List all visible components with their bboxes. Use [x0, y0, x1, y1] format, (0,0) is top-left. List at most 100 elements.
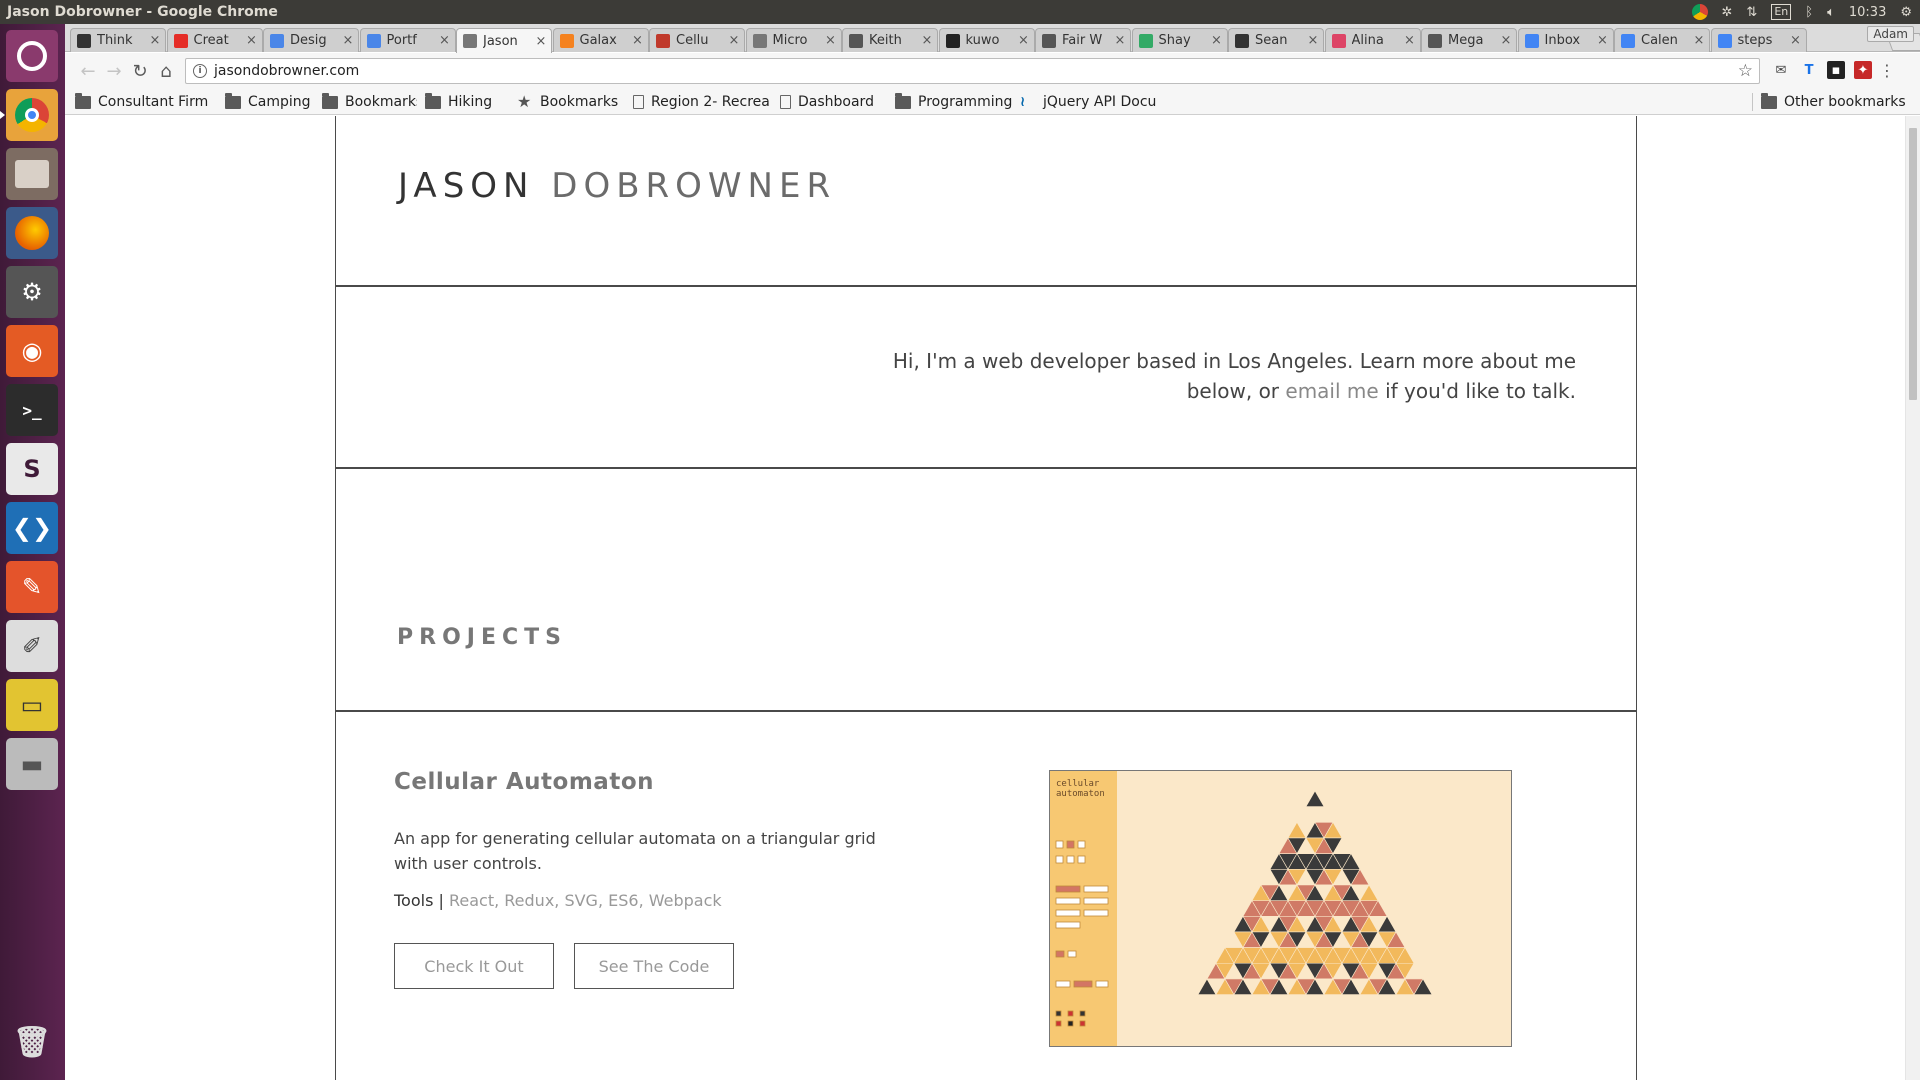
- browser-tab[interactable]: Keith ×: [842, 28, 938, 52]
- tab-close-icon[interactable]: ×: [630, 33, 646, 48]
- projects-heading: PROJECTS: [397, 625, 567, 650]
- extension-mail-icon[interactable]: ✉: [1772, 61, 1790, 79]
- chrome-launcher-icon[interactable]: [0, 89, 58, 141]
- tab-favicon-icon: [1621, 33, 1635, 48]
- browser-tab[interactable]: steps ×: [1710, 28, 1807, 52]
- tab-label: Calen: [1641, 33, 1678, 48]
- browser-tab[interactable]: Jason ×: [456, 28, 552, 53]
- ubuntu-dash-icon[interactable]: [6, 30, 58, 82]
- tab-close-icon[interactable]: ×: [1016, 33, 1032, 48]
- email-me-link[interactable]: email me: [1285, 379, 1378, 403]
- browser-tab[interactable]: Creat ×: [166, 28, 263, 52]
- extension-dark-icon[interactable]: ▪: [1827, 61, 1845, 79]
- bookmark-item[interactable]: Consultant Firm: [75, 92, 208, 112]
- site-name[interactable]: JASON DOBROWNER: [398, 166, 836, 206]
- tab-close-icon[interactable]: ×: [340, 33, 356, 48]
- folder-icon: [895, 92, 911, 109]
- tab-close-icon[interactable]: ×: [533, 34, 549, 49]
- browser-tab[interactable]: Galax ×: [552, 28, 649, 52]
- bookmark-item[interactable]: Bookmarks: [322, 92, 417, 112]
- tab-close-icon[interactable]: ×: [244, 33, 260, 48]
- extension-t-icon[interactable]: T: [1800, 61, 1818, 79]
- page-scrollbar[interactable]: [1905, 116, 1920, 1080]
- tab-favicon-icon: [173, 33, 188, 48]
- tab-close-icon[interactable]: ×: [823, 33, 839, 48]
- browser-tab[interactable]: Fair W ×: [1035, 28, 1131, 52]
- project-screenshot[interactable]: cellular automaton: [1049, 770, 1512, 1047]
- browser-tab[interactable]: Cellu ×: [649, 28, 745, 52]
- bookmark-item[interactable]: Hiking: [425, 92, 492, 112]
- slack-launcher-icon[interactable]: S: [6, 443, 58, 495]
- folder-icon: [322, 92, 338, 109]
- vscode-launcher-icon[interactable]: ❮❯: [6, 502, 58, 554]
- tab-close-icon[interactable]: ×: [1305, 33, 1321, 48]
- bookmark-item[interactable]: Dashboard: [780, 92, 874, 112]
- browser-tab[interactable]: Desig ×: [263, 28, 359, 52]
- address-url[interactable]: jasondobrowner.com: [214, 63, 359, 79]
- browser-tab[interactable]: Calen ×: [1614, 28, 1710, 52]
- address-bar[interactable]: i jasondobrowner.com ☆: [185, 58, 1760, 84]
- chrome-indicator-icon[interactable]: [1691, 4, 1708, 20]
- tab-close-icon[interactable]: ×: [919, 33, 935, 48]
- site-info-icon[interactable]: i: [193, 64, 207, 78]
- bookmark-item[interactable]: Programming: [895, 92, 1012, 112]
- tab-favicon-icon: [1428, 33, 1442, 48]
- tab-close-icon[interactable]: ×: [1498, 33, 1514, 48]
- scrollbar-thumb[interactable]: [1909, 128, 1917, 400]
- folder-icon: [425, 92, 441, 109]
- power-gear-icon[interactable]: ⚙: [1900, 5, 1912, 20]
- browser-tab[interactable]: Portf ×: [359, 28, 456, 52]
- files-launcher-icon[interactable]: [6, 148, 58, 200]
- project-tools-label: Tools |: [394, 891, 444, 910]
- text-editor-launcher-icon[interactable]: ✐: [6, 620, 58, 672]
- tab-close-icon[interactable]: ×: [437, 33, 453, 48]
- tab-close-icon[interactable]: ×: [1788, 33, 1804, 48]
- presentation-launcher-icon[interactable]: ▭: [6, 679, 58, 731]
- chrome-menu-icon[interactable]: ⋮: [1878, 61, 1896, 80]
- browser-tab[interactable]: Shay ×: [1131, 28, 1228, 52]
- tab-close-icon[interactable]: ×: [1209, 33, 1225, 48]
- drive-launcher-icon[interactable]: ▬: [6, 738, 58, 790]
- browser-tab[interactable]: Sean ×: [1228, 28, 1324, 52]
- bookmark-item[interactable]: Camping: [225, 92, 311, 112]
- back-button-icon[interactable]: ←: [75, 58, 101, 84]
- terminal-launcher-icon[interactable]: >_: [6, 384, 58, 436]
- browser-tab[interactable]: Think ×: [70, 28, 166, 52]
- bookmark-item[interactable]: ≀ jQuery API Docu: [1020, 92, 1156, 112]
- tab-close-icon[interactable]: ×: [1595, 33, 1611, 48]
- browser-tab[interactable]: Micro ×: [745, 28, 842, 52]
- network-icon[interactable]: ⇅: [1746, 5, 1757, 20]
- tab-close-icon[interactable]: ×: [1691, 33, 1707, 48]
- project-tools-list: React, Redux, SVG, ES6, Webpack: [448, 891, 722, 910]
- check-it-out-button[interactable]: Check It Out: [394, 943, 554, 989]
- volume-icon[interactable]: 🔈︎: [1827, 5, 1835, 20]
- keyboard-language-indicator[interactable]: En: [1771, 4, 1792, 20]
- bookmark-star-icon[interactable]: ☆: [1738, 61, 1753, 81]
- tab-close-icon[interactable]: ×: [1112, 33, 1128, 48]
- other-bookmarks-folder[interactable]: Other bookmarks: [1761, 92, 1906, 112]
- tab-close-icon[interactable]: ×: [726, 33, 742, 48]
- browser-tab[interactable]: Mega ×: [1421, 28, 1517, 52]
- browser-tab[interactable]: Inbox ×: [1517, 28, 1614, 52]
- firefox-launcher-icon[interactable]: [6, 207, 58, 259]
- pencil-launcher-icon[interactable]: ✎: [6, 561, 58, 613]
- extension-red-icon[interactable]: ✦: [1854, 61, 1872, 79]
- tab-close-icon[interactable]: ×: [1402, 33, 1418, 48]
- bluetooth-icon[interactable]: ᛒ: [1805, 5, 1813, 20]
- bookmark-item[interactable]: ★ Bookmarks: [517, 92, 618, 112]
- tab-close-icon[interactable]: ×: [147, 33, 163, 48]
- media-launcher-icon[interactable]: ◉: [6, 325, 58, 377]
- reload-button-icon[interactable]: ↻: [127, 58, 153, 84]
- clock[interactable]: 10:33: [1849, 5, 1886, 20]
- profile-button[interactable]: Adam: [1867, 26, 1914, 42]
- trash-launcher-icon[interactable]: 🗑︎: [6, 1016, 58, 1068]
- bookmark-item[interactable]: Region 2- Recrea: [633, 92, 770, 112]
- bookmark-label: Camping: [248, 94, 311, 110]
- home-button-icon[interactable]: ⌂: [153, 58, 179, 84]
- browser-tab[interactable]: Alina ×: [1324, 28, 1421, 52]
- forward-button-icon[interactable]: →: [101, 58, 127, 84]
- browser-tab[interactable]: kuwo ×: [938, 28, 1035, 52]
- system-settings-launcher-icon[interactable]: ⚙: [6, 266, 58, 318]
- see-the-code-button[interactable]: See The Code: [574, 943, 734, 989]
- settings-indicator-icon[interactable]: ✲: [1722, 5, 1733, 20]
